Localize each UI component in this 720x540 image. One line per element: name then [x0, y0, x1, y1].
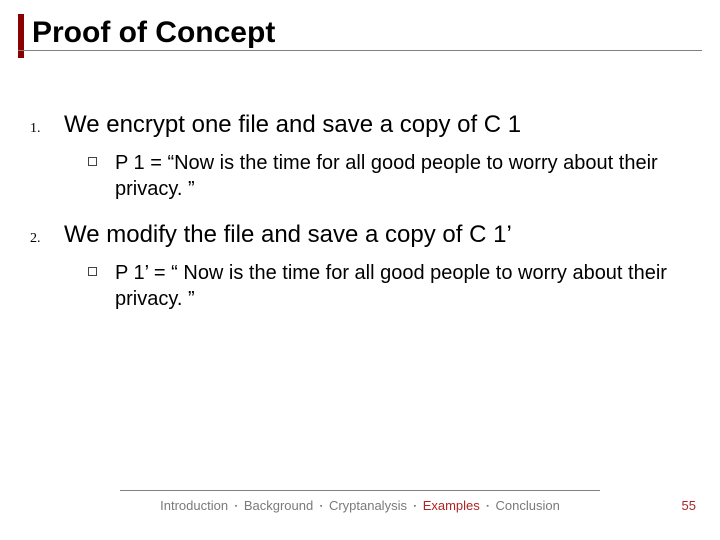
crumb-conclusion: Conclusion [496, 498, 560, 513]
list-number: 2. [30, 231, 64, 247]
list-item: 2. We modify the file and save a copy of… [30, 220, 690, 250]
footer: Introduction ▪ Background ▪ Cryptanalysi… [0, 496, 720, 520]
title-accent [18, 14, 24, 58]
content-area: 1. We encrypt one file and save a copy o… [30, 110, 690, 330]
footer-underline [120, 490, 600, 491]
square-bullet-icon [88, 157, 97, 166]
page-number: 55 [682, 498, 696, 513]
title-underline [18, 50, 702, 51]
sub-list-text: P 1’ = “ Now is the time for all good pe… [115, 260, 690, 312]
list-text: We modify the file and save a copy of C … [64, 220, 512, 250]
sub-list-item: P 1’ = “ Now is the time for all good pe… [88, 260, 690, 312]
list-number: 1. [30, 121, 64, 137]
crumb-introduction: Introduction [160, 498, 228, 513]
crumb-cryptanalysis: Cryptanalysis [329, 498, 407, 513]
crumb-background: Background [244, 498, 313, 513]
sub-list-text: P 1 = “Now is the time for all good peop… [115, 150, 690, 202]
crumb-examples: Examples [423, 498, 480, 513]
list-item: 1. We encrypt one file and save a copy o… [30, 110, 690, 140]
list-text: We encrypt one file and save a copy of C… [64, 110, 521, 140]
separator-icon: ▪ [486, 503, 488, 510]
breadcrumb: Introduction ▪ Background ▪ Cryptanalysi… [0, 498, 720, 513]
sub-list-item: P 1 = “Now is the time for all good peop… [88, 150, 690, 202]
separator-icon: ▪ [414, 503, 416, 510]
title-bar: Proof of Concept [18, 14, 720, 50]
separator-icon: ▪ [320, 503, 322, 510]
slide-title: Proof of Concept [32, 14, 720, 50]
separator-icon: ▪ [235, 503, 237, 510]
square-bullet-icon [88, 267, 97, 276]
